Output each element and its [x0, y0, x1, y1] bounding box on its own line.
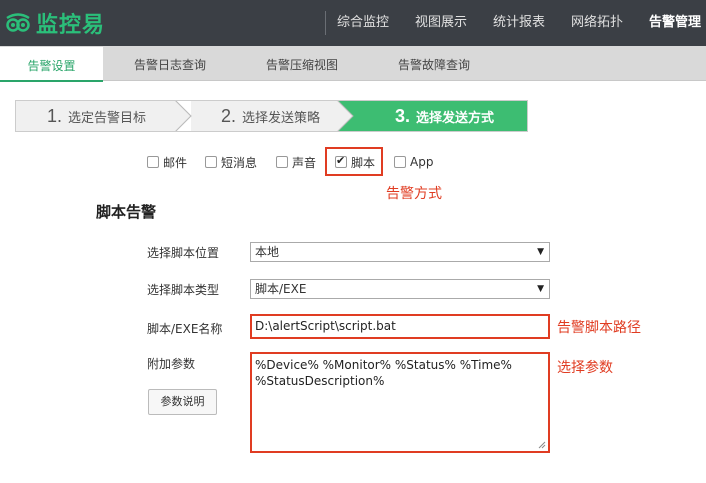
annotation-alert-method: 告警方式 [386, 186, 442, 202]
sound-label: 声音 [292, 155, 317, 170]
annotation-select-params: 选择参数 [557, 360, 613, 376]
nav-item-view-display[interactable]: 视图展示 [408, 0, 474, 46]
app-label: App [410, 155, 434, 169]
script-type-select[interactable]: 脚本/EXE ▼ [250, 279, 550, 299]
method-sound[interactable]: 声音 [276, 153, 316, 171]
sub-tab-bar: 告警设置 告警日志查询 告警压缩视图 告警故障查询 [0, 46, 706, 82]
app-logo[interactable]: 监控易 [4, 8, 105, 38]
params-help-button[interactable]: 参数说明 [148, 389, 217, 415]
step-2-label: 选择发送策略 [242, 111, 321, 126]
email-label: 邮件 [163, 155, 188, 170]
tab-alarm-log-query[interactable]: 告警日志查询 [112, 46, 228, 81]
extra-params-value: %Device% %Monitor% %Status% %Time% %Stat… [255, 358, 512, 388]
annotation-script-path: 告警脚本路径 [557, 320, 641, 336]
script-location-value: 本地 [255, 245, 280, 259]
tab-alarm-settings[interactable]: 告警设置 [0, 47, 103, 82]
method-sms[interactable]: 短消息 [205, 153, 257, 171]
script-type-value: 脚本/EXE [255, 282, 307, 296]
script-name-field[interactable]: D:\alertScript\script.bat [250, 314, 550, 339]
script-name-label: 脚本/EXE名称 [147, 322, 223, 336]
step-wizard: 1. 选定告警目标 2. 选择发送策略 3. 选择发送方式 [15, 100, 528, 132]
nav-item-alarm-management[interactable]: 告警管理 [642, 0, 706, 46]
section-title: 脚本告警 [96, 203, 157, 221]
script-type-label: 选择脚本类型 [147, 283, 220, 297]
nav-divider [325, 11, 326, 35]
tab-alarm-compression-view[interactable]: 告警压缩视图 [244, 46, 360, 81]
nav-item-network-topology[interactable]: 网络拓扑 [564, 0, 630, 46]
resize-grip-icon[interactable] [538, 441, 546, 449]
extra-params-label: 附加参数 [147, 357, 196, 371]
app-checkbox[interactable] [394, 156, 406, 168]
dropdown-arrow-icon: ▼ [537, 284, 544, 294]
method-app[interactable]: App [394, 153, 433, 171]
step-2[interactable]: 2. 选择发送策略 [221, 100, 320, 132]
sound-checkbox[interactable] [276, 156, 288, 168]
step-1-label: 选定告警目标 [68, 111, 147, 126]
step-3-label: 选择发送方式 [416, 111, 495, 126]
app-title: 监控易 [36, 13, 106, 38]
owl-logo-icon [4, 9, 32, 37]
script-location-label: 选择脚本位置 [147, 246, 220, 260]
step-3[interactable]: 3. 选择发送方式 [395, 100, 494, 132]
step-1[interactable]: 1. 选定告警目标 [47, 100, 146, 132]
script-method-highlight [325, 147, 383, 176]
tab-alarm-fault-query[interactable]: 告警故障查询 [376, 46, 492, 81]
extra-params-field[interactable]: %Device% %Monitor% %Status% %Time% %Stat… [250, 352, 550, 453]
nav-item-comprehensive-monitoring[interactable]: 综合监控 [330, 0, 396, 46]
email-checkbox[interactable] [147, 156, 159, 168]
top-nav-bar: 监控易 综合监控 视图展示 统计报表 网络拓扑 告警管理 [0, 0, 706, 46]
dropdown-arrow-icon: ▼ [537, 247, 544, 257]
script-location-select[interactable]: 本地 ▼ [250, 242, 550, 262]
sms-checkbox[interactable] [205, 156, 217, 168]
method-email[interactable]: 邮件 [147, 153, 187, 171]
step-1-number: 1. [47, 106, 63, 126]
step-3-number: 3. [395, 106, 411, 126]
nav-item-statistics-report[interactable]: 统计报表 [486, 0, 552, 46]
sms-label: 短消息 [221, 155, 258, 170]
step-2-number: 2. [221, 106, 237, 126]
